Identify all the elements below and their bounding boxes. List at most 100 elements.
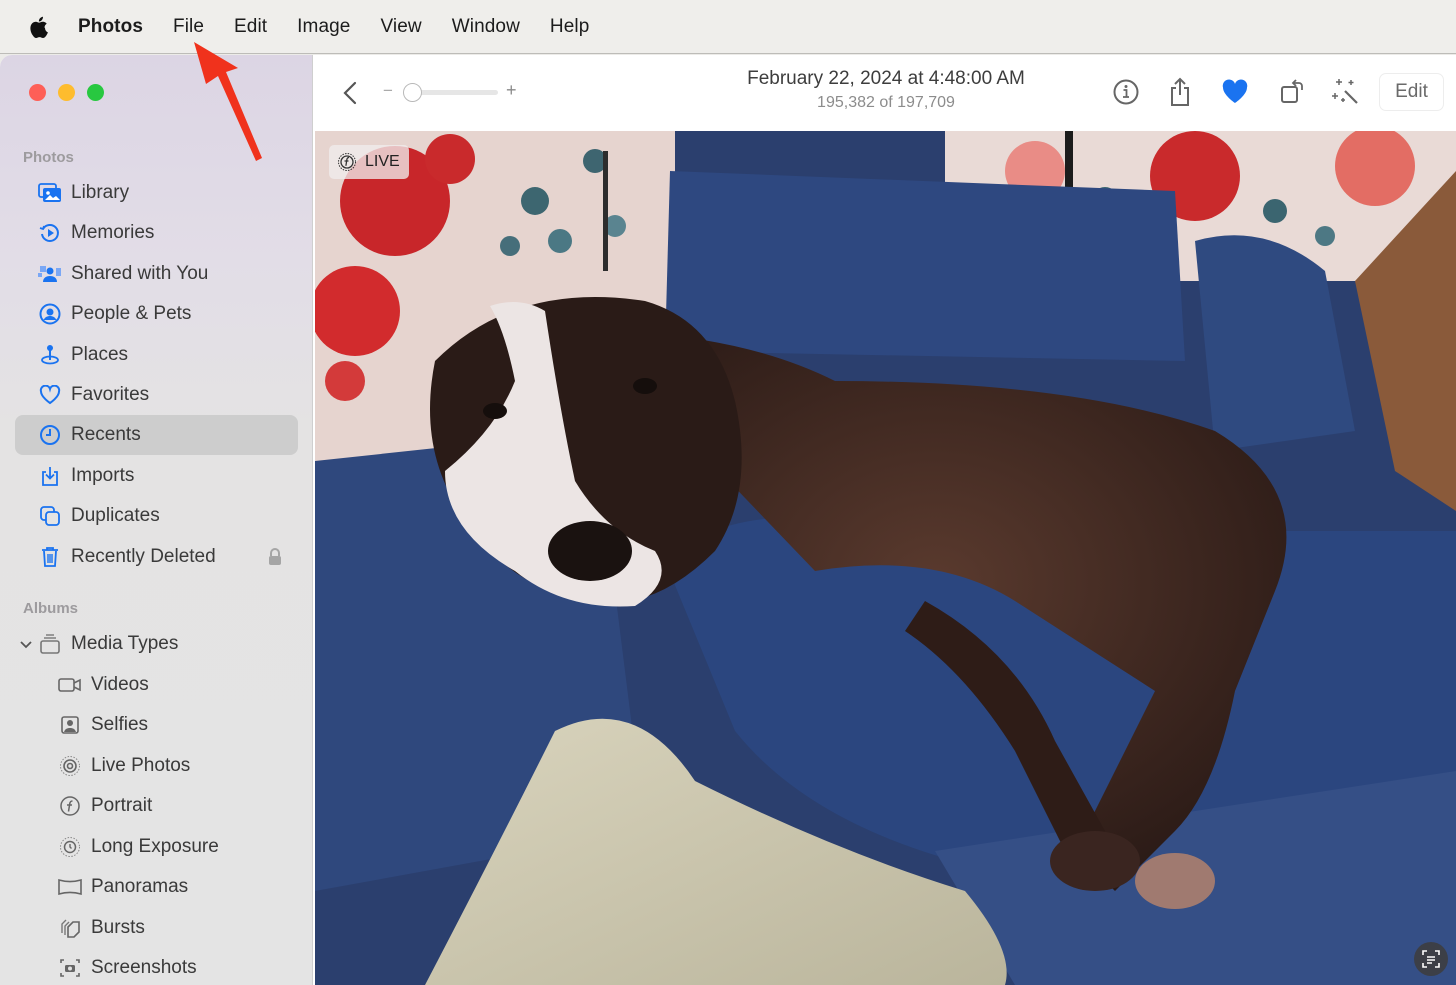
shared-with-you-icon [37, 262, 63, 286]
section-label-albums: Albums [23, 600, 79, 617]
toolbar: − + February 22, 2024 at 4:48:00 AM 195,… [313, 55, 1456, 131]
photo-date-title: February 22, 2024 at 4:48:00 AM [747, 68, 1025, 89]
sidebar-item-imports[interactable]: Imports [15, 456, 298, 496]
menu-edit[interactable]: Edit [234, 16, 267, 38]
selfie-icon [57, 713, 83, 737]
heart-icon [37, 383, 63, 407]
rotate-button[interactable] [1277, 77, 1307, 107]
favorite-button[interactable] [1220, 77, 1250, 107]
sidebar-item-media-types[interactable]: Media Types [15, 624, 298, 664]
zoom-slider-knob[interactable] [403, 83, 422, 102]
rotate-icon [1281, 79, 1303, 103]
sidebar-item-recents[interactable]: Recents [15, 415, 298, 455]
auto-enhance-button[interactable] [1331, 77, 1361, 107]
sidebar-item-live-photos[interactable]: Live Photos [15, 746, 298, 786]
sidebar-item-label: Videos [91, 674, 149, 695]
sidebar-item-library[interactable]: Library [15, 173, 298, 213]
sidebar-item-label: Shared with You [71, 263, 209, 284]
live-photo-badge[interactable]: LIVE [329, 145, 409, 179]
menu-help[interactable]: Help [550, 16, 589, 38]
section-label-photos: Photos [23, 149, 74, 166]
menu-image[interactable]: Image [297, 16, 350, 38]
magic-wand-icon [1332, 79, 1358, 104]
photo-index-count: 195,382 of 197,709 [817, 94, 955, 111]
sidebar-item-label: Places [71, 344, 129, 365]
maximize-window-button[interactable] [87, 84, 104, 101]
panorama-icon [57, 875, 83, 899]
zoom-out-button[interactable]: − [383, 81, 393, 101]
photo-viewer[interactable]: LIVE [315, 131, 1456, 985]
sidebar-item-long-exposure[interactable]: Long Exposure [15, 827, 298, 867]
video-camera-icon [57, 673, 83, 697]
import-icon [37, 464, 63, 488]
edit-button[interactable]: Edit [1379, 73, 1444, 111]
memories-icon [37, 221, 63, 245]
menu-view[interactable]: View [380, 16, 421, 38]
sidebar-item-screenshots[interactable]: Screenshots [15, 948, 298, 985]
sidebar-item-label: Imports [71, 465, 135, 486]
sidebar-item-favorites[interactable]: Favorites [15, 375, 298, 415]
sidebar-item-label: Panoramas [91, 876, 189, 897]
sidebar-item-label: Favorites [71, 384, 150, 405]
annotation-arrow-icon [194, 42, 262, 161]
share-button[interactable] [1165, 77, 1195, 107]
sidebar-item-label: Recents [71, 424, 141, 445]
sidebar-item-label: Screenshots [91, 957, 197, 978]
long-exposure-icon [57, 835, 83, 859]
live-photo-icon [337, 152, 357, 172]
sidebar-item-label: Live Photos [91, 755, 191, 776]
chevron-down-icon[interactable] [19, 636, 33, 658]
library-icon [37, 181, 63, 205]
sidebar-item-portrait[interactable]: Portrait [15, 786, 298, 826]
dog-photo [315, 131, 1456, 985]
live-text-button[interactable] [1414, 942, 1448, 976]
close-window-button[interactable] [29, 84, 46, 101]
sidebar-item-duplicates[interactable]: Duplicates [15, 496, 298, 536]
stack-icon [37, 632, 63, 656]
live-photo-icon [57, 754, 83, 778]
portrait-f-icon [57, 794, 83, 818]
sidebar-item-label: Portrait [91, 795, 153, 816]
sidebar-item-people-pets[interactable]: People & Pets [15, 294, 298, 334]
zoom-in-button[interactable]: + [506, 80, 517, 101]
sidebar-item-label: Memories [71, 222, 155, 243]
sidebar-item-label: Selfies [91, 714, 149, 735]
trash-icon [37, 545, 63, 569]
sidebar-item-panoramas[interactable]: Panoramas [15, 867, 298, 907]
sidebar-item-label: Library [71, 182, 130, 203]
sidebar-item-bursts[interactable]: Bursts [15, 908, 298, 948]
places-pin-icon [37, 343, 63, 367]
sidebar-item-label: Bursts [91, 917, 145, 938]
menu-window[interactable]: Window [452, 16, 520, 38]
sidebar-item-selfies[interactable]: Selfies [15, 705, 298, 745]
sidebar-item-label: Duplicates [71, 505, 160, 526]
people-icon [37, 302, 63, 326]
photos-window: Photos Library Memories Shared with You … [0, 55, 1456, 985]
apple-logo-icon[interactable] [28, 15, 50, 39]
sidebar-item-shared-with-you[interactable]: Shared with You [15, 254, 298, 294]
menu-file[interactable]: File [173, 16, 204, 38]
share-icon [1171, 77, 1189, 106]
sidebar-item-videos[interactable]: Videos [15, 665, 298, 705]
sidebar-item-memories[interactable]: Memories [15, 213, 298, 253]
sidebar-item-recently-deleted[interactable]: Recently Deleted [15, 537, 298, 577]
duplicates-icon [37, 504, 63, 528]
sidebar-item-label: Long Exposure [91, 836, 219, 857]
sidebar-item-label: Recently Deleted [71, 546, 216, 567]
info-button[interactable] [1111, 77, 1141, 107]
window-controls [29, 84, 104, 101]
screenshot-icon [57, 956, 83, 980]
bursts-icon [57, 916, 83, 940]
text-scan-icon [1422, 950, 1440, 968]
info-icon [1113, 79, 1139, 105]
sidebar-item-label: Media Types [71, 633, 179, 654]
sidebar-item-places[interactable]: Places [15, 335, 298, 375]
back-button[interactable] [340, 79, 360, 112]
menu-photos[interactable]: Photos [78, 16, 143, 38]
lock-icon [268, 548, 282, 572]
live-badge-label: LIVE [365, 153, 400, 170]
sidebar: Photos Library Memories Shared with You … [0, 55, 313, 985]
minimize-window-button[interactable] [58, 84, 75, 101]
heart-filled-icon [1222, 79, 1248, 103]
sidebar-item-label: People & Pets [71, 303, 192, 324]
